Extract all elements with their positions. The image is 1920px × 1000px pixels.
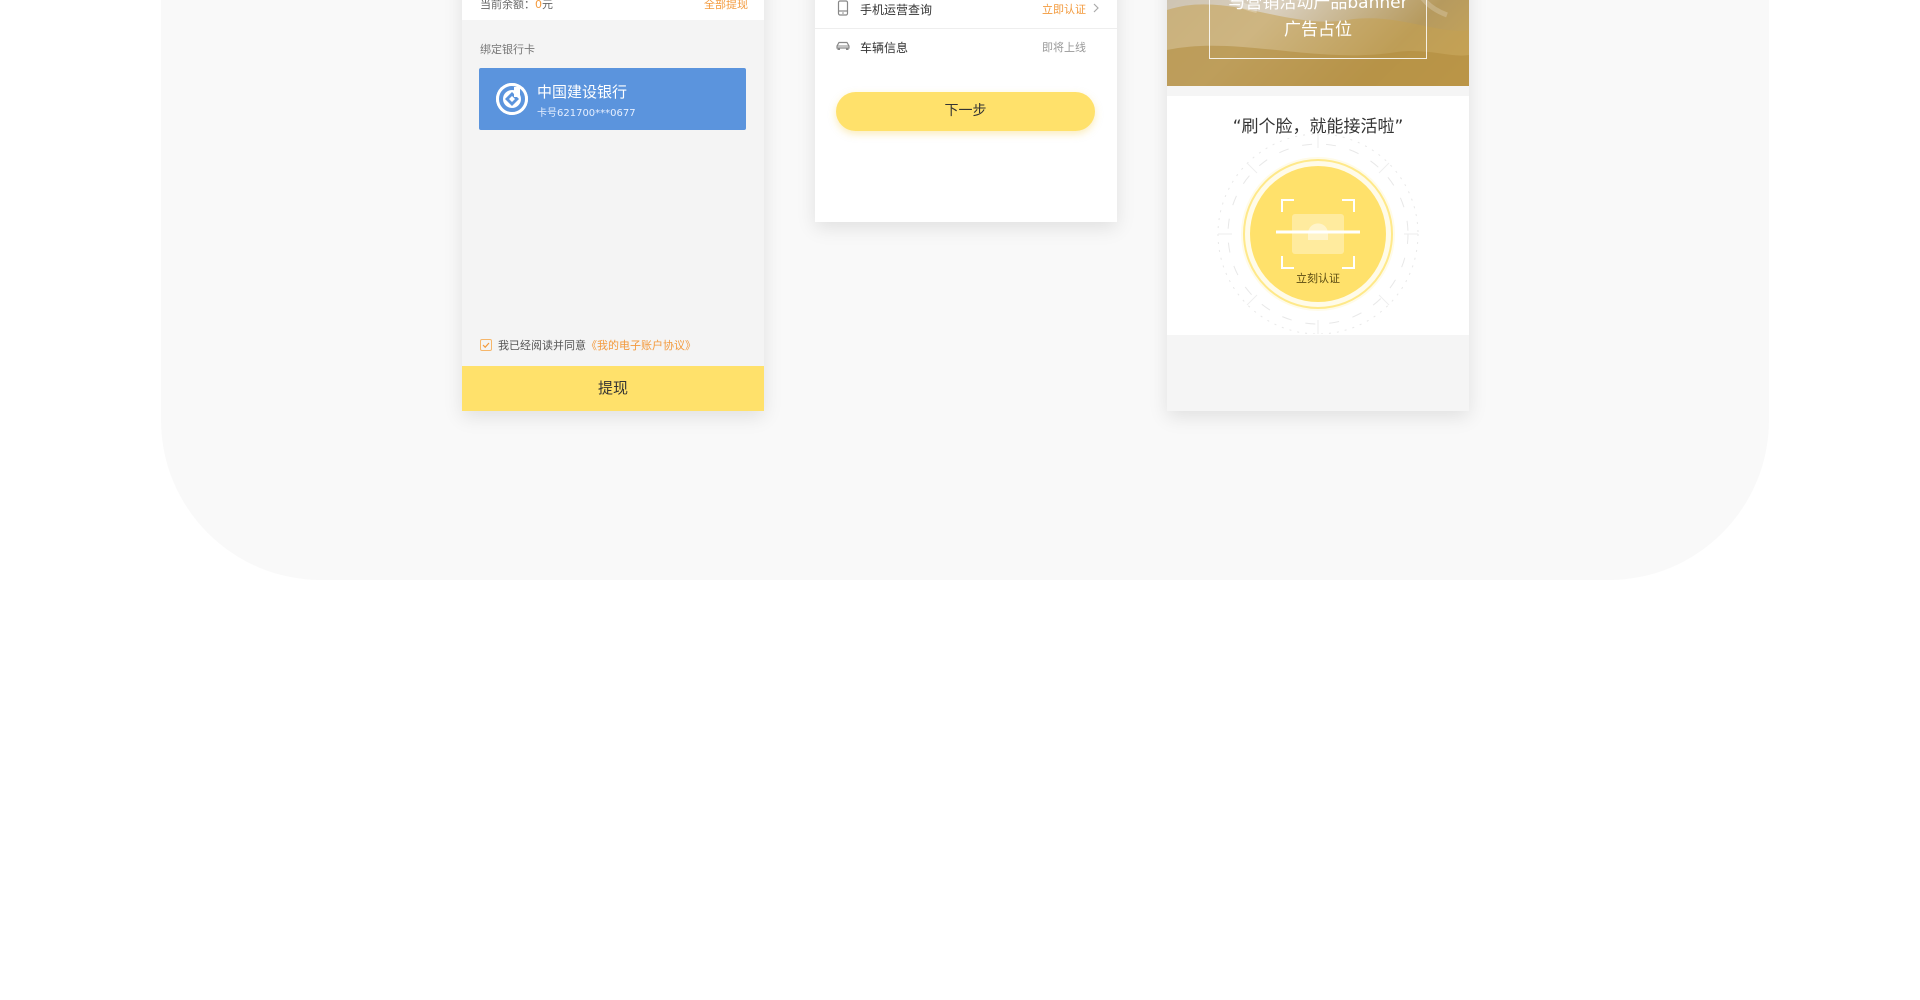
face-scan-icon[interactable] [1194,134,1442,334]
banner-line-2: 广告占位 [1284,20,1352,40]
promo-banner[interactable]: 与营销活动产品banner 广告占位 [1167,0,1469,86]
stage: 当前余额：0元 全部提现 绑定银行卡 中国建设银行 卡号621700***067… [0,0,1920,1000]
banner-text: 与营销活动产品banner 广告占位 [1209,0,1427,44]
bank-card[interactable]: 中国建设银行 卡号621700***0677 [479,68,746,130]
balance-unit: 元 [542,0,553,11]
verify-row-label: 车辆信息 [860,41,909,55]
verification-screen: 手机运营查询 立即认证 车辆信息 即将上线 下一步 [815,0,1117,222]
balance-label: 当前余额： [480,0,535,11]
withdraw-button[interactable]: 提现 [462,366,764,411]
face-verify-action[interactable]: 立刻认证 [1167,270,1469,286]
check-icon [482,342,490,349]
verify-now-link[interactable]: 立即认证 [1042,1,1086,17]
bank-name: 中国建设银行 [537,83,628,101]
car-icon [835,38,851,54]
verify-row-label: 手机运营查询 [860,3,933,17]
coming-soon-text: 即将上线 [1042,41,1086,54]
withdraw-all-link[interactable]: 全部提现 [704,0,748,12]
bank-card-number: 卡号621700***0677 [537,108,636,119]
bound-card-section-label: 绑定银行卡 [480,43,535,56]
balance-value: 0 [535,0,542,11]
banner-line-1: 与营销活动产品banner [1228,0,1408,13]
withdraw-screen: 当前余额：0元 全部提现 绑定银行卡 中国建设银行 卡号621700***067… [462,0,764,411]
phone-icon [835,0,851,16]
face-verify-card: “刷个脸，就能接活啦” 立刻认证 [1167,96,1469,335]
ccb-bank-icon [496,83,528,115]
face-verify-screen: 与营销活动产品banner 广告占位 “刷个脸，就能接活啦” 立刻认证 [1167,0,1469,411]
agreement-text: 我已经阅读并同意 [498,339,586,352]
balance-text: 当前余额：0元 [480,0,553,12]
verify-row-phone[interactable]: 手机运营查询 立即认证 [815,0,1117,29]
agreement-checkbox[interactable] [480,339,492,351]
verify-row-vehicle: 车辆信息 即将上线 [815,28,1117,66]
chevron-right-icon [1093,3,1099,13]
next-step-button[interactable]: 下一步 [836,92,1095,131]
agreement-row: 我已经阅读并同意 《我的电子账户协议》 [480,337,696,353]
agreement-link[interactable]: 《我的电子账户协议》 [586,337,696,353]
balance-bar: 当前余额：0元 全部提现 [462,0,764,20]
